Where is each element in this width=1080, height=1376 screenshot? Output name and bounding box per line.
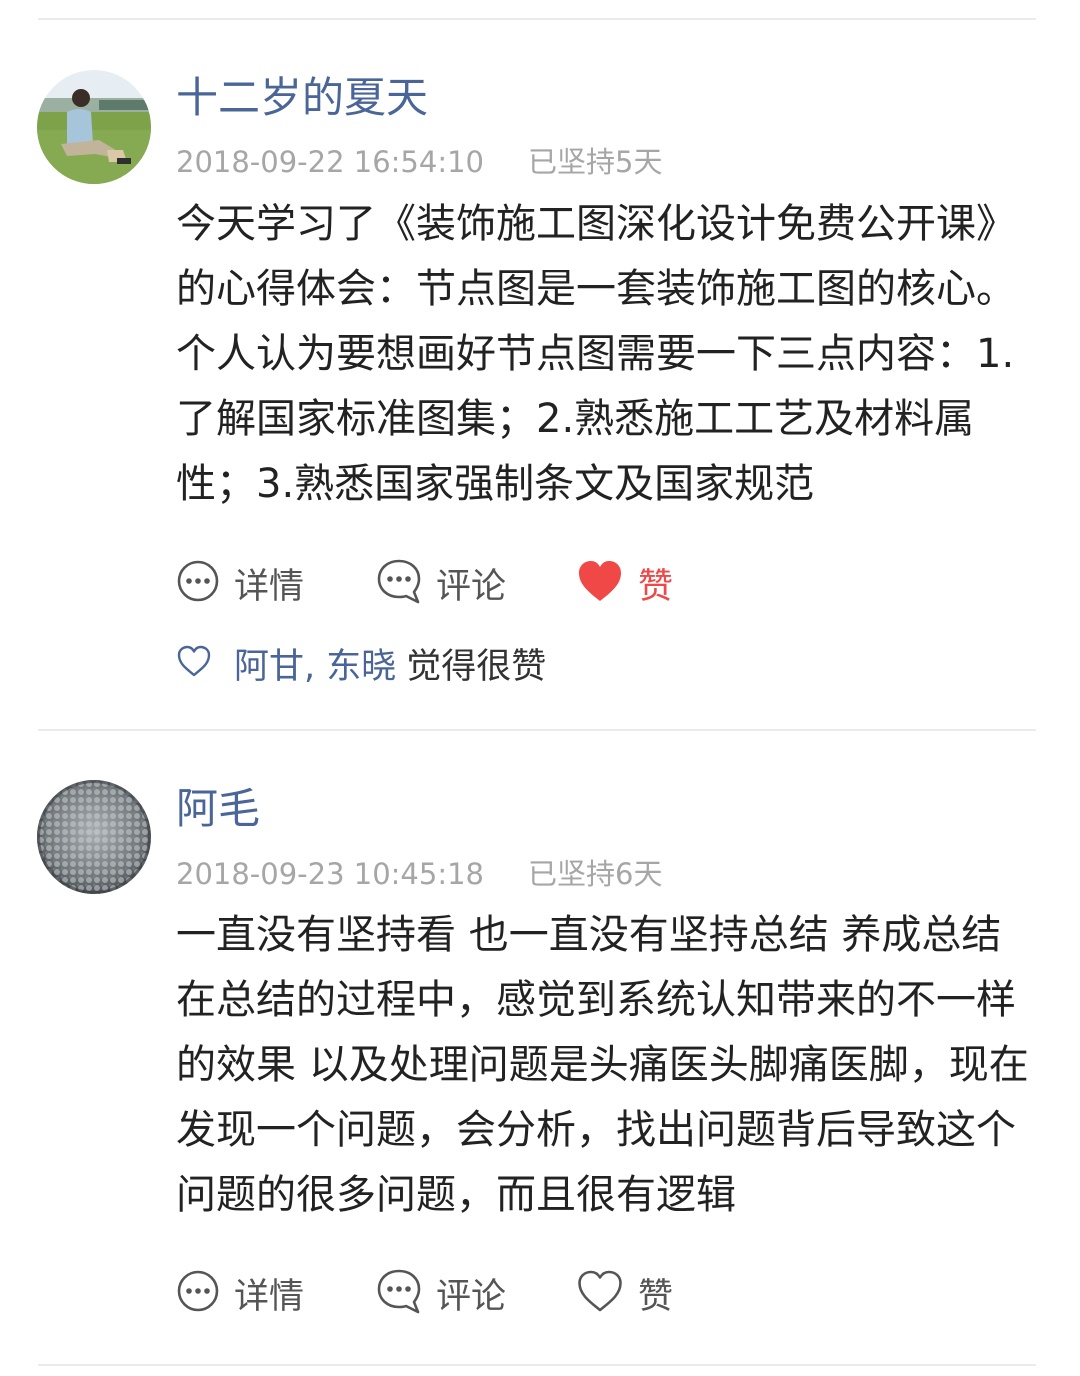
likers-row: 阿甘, 东晓 觉得很赞 <box>176 638 546 688</box>
author-name[interactable]: 阿毛 <box>176 781 260 837</box>
detail-button[interactable]: 详情 <box>176 1268 304 1318</box>
like-label: 赞 <box>638 566 674 607</box>
heart-small-outline-icon <box>176 644 212 682</box>
author-name[interactable]: 十二岁的夏天 <box>176 70 428 126</box>
comment-bubble-icon <box>376 1267 422 1319</box>
post-actions: 详情 评论 赞 <box>176 1268 876 1318</box>
like-button[interactable]: 赞 <box>576 1268 673 1318</box>
divider <box>38 729 1036 731</box>
comment-label: 评论 <box>436 1276 507 1317</box>
streak-badge: 已坚持5天 <box>528 145 663 179</box>
comment-label: 评论 <box>436 566 507 607</box>
liker-names[interactable]: 阿甘, 东晓 <box>234 638 396 689</box>
like-label: 赞 <box>638 1276 674 1317</box>
comment-button[interactable]: 评论 <box>376 558 506 608</box>
post-timestamp: 2018-09-22 16:54:10 <box>176 145 484 179</box>
post-content[interactable]: 一直没有坚持看 也一直没有坚持总结 养成总结 在总结的过程中，感觉到系统认知带来… <box>176 903 1046 1228</box>
post-content[interactable]: 今天学习了《装饰施工图深化设计免费公开课》的心得体会：节点图是一套装饰施工图的核… <box>176 192 1046 517</box>
more-circle-icon <box>176 1269 220 1317</box>
comment-button[interactable]: 评论 <box>376 1268 506 1318</box>
detail-label: 详情 <box>234 566 305 607</box>
avatar[interactable] <box>37 780 151 894</box>
post-meta: 2018-09-22 16:54:10 已坚持5天 <box>176 142 662 182</box>
heart-filled-icon <box>576 559 624 607</box>
like-button[interactable]: 赞 <box>576 558 673 608</box>
comment-bubble-icon <box>376 557 422 609</box>
post-timestamp: 2018-09-23 10:45:18 <box>176 857 484 891</box>
post-meta: 2018-09-23 10:45:18 已坚持6天 <box>176 854 662 894</box>
detail-label: 详情 <box>234 1276 305 1317</box>
more-circle-icon <box>176 559 220 607</box>
avatar[interactable] <box>37 70 151 184</box>
divider <box>38 1364 1036 1366</box>
heart-outline-icon <box>576 1269 624 1317</box>
divider <box>38 18 1036 20</box>
detail-button[interactable]: 详情 <box>176 558 304 608</box>
feed-list: 十二岁的夏天 2018-09-22 16:54:10 已坚持5天 今天学习了《装饰… <box>0 0 1080 1376</box>
post-actions: 详情 评论 赞 <box>176 558 876 608</box>
likers-suffix: 觉得很赞 <box>406 646 547 687</box>
streak-badge: 已坚持6天 <box>528 857 663 891</box>
